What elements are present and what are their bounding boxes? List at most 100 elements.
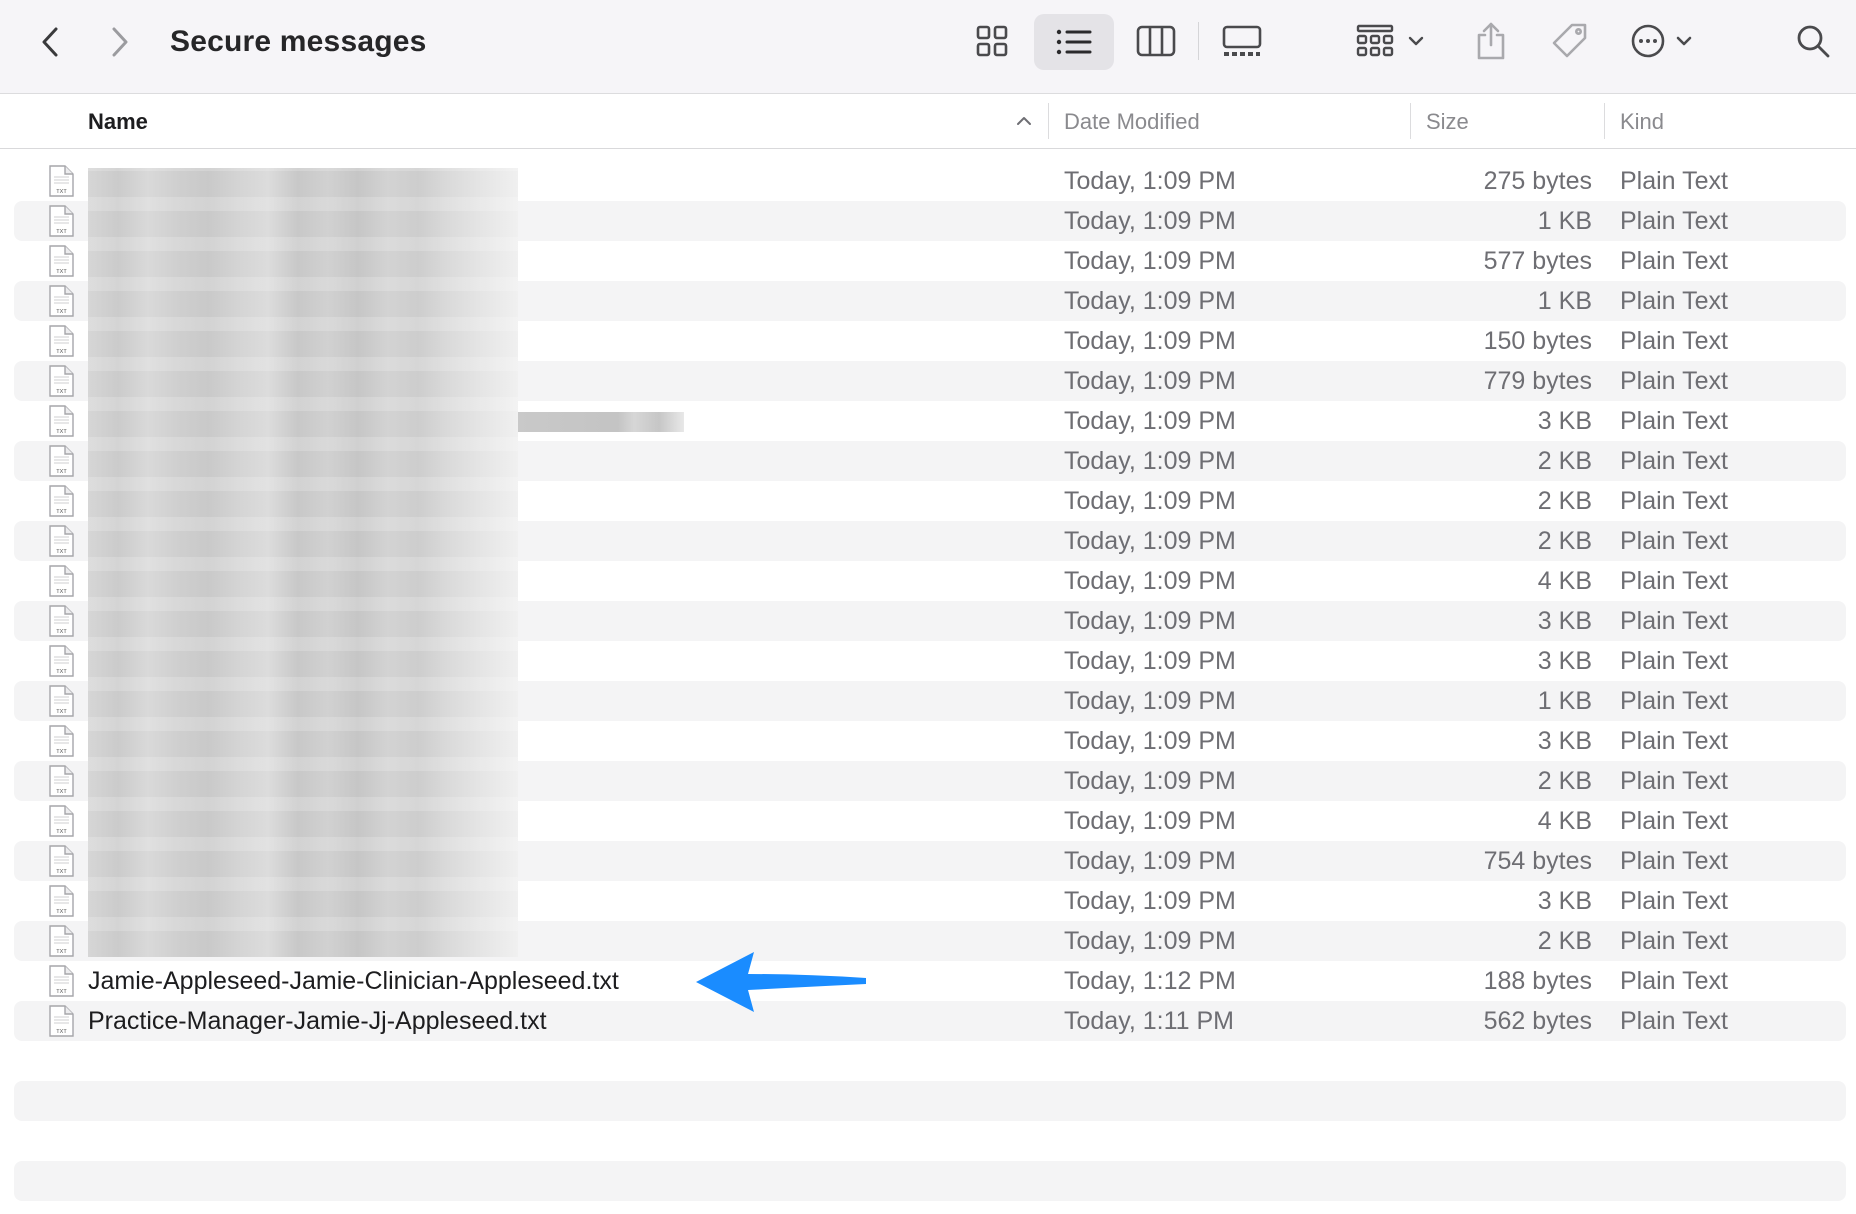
date-modified: Today, 1:11 PM — [1064, 1001, 1234, 1041]
file-size: 4 KB — [1538, 561, 1592, 601]
file-kind: Plain Text — [1620, 601, 1728, 641]
column-divider[interactable] — [1410, 103, 1411, 139]
file-kind: Plain Text — [1620, 961, 1728, 1001]
file-size: 1 KB — [1538, 201, 1592, 241]
txt-file-icon: TXT — [48, 685, 74, 717]
chevron-left-icon — [39, 26, 61, 58]
date-modified: Today, 1:09 PM — [1064, 281, 1236, 321]
svg-text:TXT: TXT — [56, 1029, 67, 1035]
date-modified: Today, 1:09 PM — [1064, 601, 1236, 641]
file-kind: Plain Text — [1620, 201, 1728, 241]
window-title: Secure messages — [170, 20, 427, 64]
svg-text:TXT: TXT — [56, 629, 67, 635]
file-kind: Plain Text — [1620, 241, 1728, 281]
file-size: 2 KB — [1538, 921, 1592, 961]
svg-text:TXT: TXT — [56, 869, 67, 875]
forward-button[interactable] — [100, 20, 140, 64]
icon-view-button[interactable] — [966, 16, 1018, 66]
empty-row — [14, 1161, 1846, 1201]
column-divider[interactable] — [1048, 103, 1049, 139]
date-modified: Today, 1:09 PM — [1064, 161, 1236, 201]
date-modified: Today, 1:09 PM — [1064, 841, 1236, 881]
group-icon — [1354, 23, 1434, 59]
svg-text:TXT: TXT — [56, 989, 67, 995]
file-kind: Plain Text — [1620, 1001, 1728, 1041]
txt-file-icon: TXT — [48, 525, 74, 557]
svg-text:TXT: TXT — [56, 189, 67, 195]
file-kind: Plain Text — [1620, 361, 1728, 401]
svg-text:TXT: TXT — [56, 709, 67, 715]
file-row[interactable]: TXT Practice-Manager-Jamie-Jj-Appleseed.t… — [0, 1001, 1856, 1041]
file-size: 2 KB — [1538, 521, 1592, 561]
search-button[interactable] — [1788, 16, 1838, 66]
tag-icon — [1550, 21, 1590, 61]
file-size: 3 KB — [1538, 401, 1592, 441]
svg-text:TXT: TXT — [56, 589, 67, 595]
file-kind: Plain Text — [1620, 521, 1728, 561]
file-size: 3 KB — [1538, 881, 1592, 921]
txt-file-icon: TXT — [48, 565, 74, 597]
svg-text:TXT: TXT — [56, 909, 67, 915]
date-modified: Today, 1:09 PM — [1064, 201, 1236, 241]
date-modified: Today, 1:09 PM — [1064, 721, 1236, 761]
file-name: Practice-Manager-Jamie-Jj-Appleseed.txt — [88, 1001, 547, 1041]
group-by-button[interactable] — [1352, 16, 1436, 66]
txt-file-icon: TXT — [48, 845, 74, 877]
column-name-header[interactable]: Name — [88, 95, 148, 148]
file-kind: Plain Text — [1620, 281, 1728, 321]
redacted-filenames — [88, 168, 518, 957]
file-size: 1 KB — [1538, 281, 1592, 321]
date-modified: Today, 1:09 PM — [1064, 641, 1236, 681]
date-modified: Today, 1:09 PM — [1064, 881, 1236, 921]
svg-text:TXT: TXT — [56, 509, 67, 515]
svg-text:TXT: TXT — [56, 469, 67, 475]
txt-file-icon: TXT — [48, 1005, 74, 1037]
txt-file-icon: TXT — [48, 485, 74, 517]
share-button[interactable] — [1468, 14, 1514, 68]
date-modified: Today, 1:09 PM — [1064, 521, 1236, 561]
file-row[interactable]: TXTJamie-Appleseed-Jamie-Clinician-Apple… — [0, 961, 1856, 1001]
column-divider[interactable] — [1604, 103, 1605, 139]
gallery-view-button[interactable] — [1212, 16, 1272, 66]
column-header: Name Date Modified Size Kind — [0, 95, 1856, 149]
txt-file-icon: TXT — [48, 645, 74, 677]
file-kind: Plain Text — [1620, 561, 1728, 601]
date-modified: Today, 1:09 PM — [1064, 921, 1236, 961]
file-size: 2 KB — [1538, 761, 1592, 801]
file-kind: Plain Text — [1620, 321, 1728, 361]
txt-file-icon: TXT — [48, 725, 74, 757]
more-actions-button[interactable] — [1626, 16, 1710, 66]
file-size: 562 bytes — [1484, 1001, 1592, 1041]
file-kind: Plain Text — [1620, 761, 1728, 801]
file-kind: Plain Text — [1620, 641, 1728, 681]
txt-file-icon: TXT — [48, 765, 74, 797]
svg-text:TXT: TXT — [56, 789, 67, 795]
date-modified: Today, 1:09 PM — [1064, 361, 1236, 401]
svg-text:TXT: TXT — [56, 429, 67, 435]
file-kind: Plain Text — [1620, 721, 1728, 761]
file-kind: Plain Text — [1620, 921, 1728, 961]
svg-text:TXT: TXT — [56, 749, 67, 755]
txt-file-icon: TXT — [48, 925, 74, 957]
file-size: 754 bytes — [1484, 841, 1592, 881]
file-size: 3 KB — [1538, 641, 1592, 681]
txt-file-icon: TXT — [48, 805, 74, 837]
svg-text:TXT: TXT — [56, 669, 67, 675]
tag-button[interactable] — [1544, 16, 1596, 66]
list-view-button[interactable] — [1034, 14, 1114, 70]
share-icon — [1474, 21, 1508, 61]
column-date-header[interactable]: Date Modified — [1064, 95, 1200, 148]
svg-text:TXT: TXT — [56, 949, 67, 955]
file-size: 188 bytes — [1484, 961, 1592, 1001]
txt-file-icon: TXT — [48, 325, 74, 357]
column-size-header[interactable]: Size — [1426, 95, 1469, 148]
column-view-button[interactable] — [1128, 16, 1184, 66]
back-button[interactable] — [30, 20, 70, 64]
redacted-filename-fragment — [518, 412, 684, 432]
list-view-icon — [1055, 27, 1093, 57]
file-size: 1 KB — [1538, 681, 1592, 721]
sort-ascending-icon[interactable] — [1014, 111, 1034, 131]
file-size: 3 KB — [1538, 721, 1592, 761]
column-kind-header[interactable]: Kind — [1620, 95, 1664, 148]
file-size: 2 KB — [1538, 441, 1592, 481]
